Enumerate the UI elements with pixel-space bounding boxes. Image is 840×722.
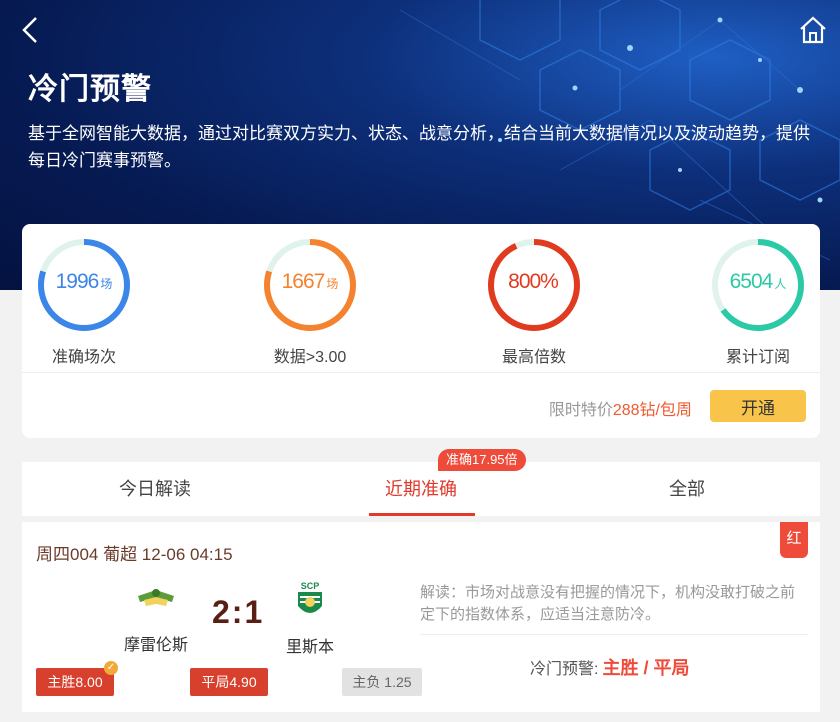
tab-today[interactable]: 今日解读 bbox=[22, 462, 288, 516]
match-analysis: 解读：市场对战意没有把握的情况下，机构没敢打破之前定下的指数体系，应适当注意防冷… bbox=[420, 584, 796, 623]
stat-value: 6504 人 bbox=[729, 270, 787, 293]
away-team-name: 里斯本 bbox=[285, 639, 334, 656]
divider bbox=[420, 634, 808, 635]
match-score: 2:1 bbox=[212, 594, 265, 630]
stat-label: 准确场次 bbox=[51, 349, 116, 366]
svg-text:SCP: SCP bbox=[301, 581, 320, 591]
match-card[interactable]: 周四004 葡超 12-06 04:15 红 摩雷伦斯 2:1 SCP 里斯本 … bbox=[22, 522, 820, 712]
team-logo-sporting: SCP bbox=[298, 581, 322, 613]
stat-value: 1996 场 bbox=[55, 270, 113, 293]
subscribe-button[interactable]: 开通 bbox=[710, 390, 806, 422]
away-team: SCP 里斯本 bbox=[270, 580, 350, 657]
home-team-name: 摩雷伦斯 bbox=[123, 637, 188, 654]
warning-value: 主胜 / 平局 bbox=[602, 658, 690, 678]
accuracy-badge: 准确17.95倍 bbox=[438, 449, 526, 471]
home-team: 摩雷伦斯 bbox=[116, 580, 196, 655]
stat-value: 1667 场 bbox=[281, 270, 339, 293]
upset-warning: 冷门预警: 主胜 / 平局 bbox=[530, 658, 690, 678]
active-tab-indicator bbox=[369, 513, 475, 516]
odds-home-win[interactable]: 主胜8.00 bbox=[36, 668, 114, 696]
stats-card: 1996 场 准确场次 1667 场 数据>3.00 800% 最高倍数 6504 人… bbox=[22, 224, 820, 438]
stat-label: 最高倍数 bbox=[501, 349, 566, 366]
match-info: 周四004 葡超 12-06 04:15 bbox=[36, 545, 233, 564]
home-button[interactable] bbox=[798, 14, 828, 46]
stat-odds-over-3: 1667 场 数据>3.00 bbox=[250, 236, 370, 367]
promo-price-text: 限时特价288钻/包周 bbox=[548, 402, 692, 419]
stat-max-multiple: 800% 最高倍数 bbox=[474, 236, 594, 367]
odds-away-win[interactable]: 主负 1.25 bbox=[342, 668, 422, 696]
tab-bar: 今日解读 近期准确 全部 bbox=[22, 462, 820, 516]
checkmark-icon: ✓ bbox=[104, 661, 118, 675]
promo-price: 288钻/包周 bbox=[612, 402, 692, 419]
back-button[interactable] bbox=[18, 14, 48, 46]
stat-label: 数据>3.00 bbox=[273, 349, 347, 366]
odds-draw[interactable]: 平局4.90 bbox=[190, 668, 268, 696]
tab-all[interactable]: 全部 bbox=[554, 462, 820, 516]
chevron-left-icon bbox=[22, 17, 37, 43]
stat-value: 800% bbox=[508, 270, 559, 293]
page-title: 冷门预警 bbox=[28, 73, 152, 106]
stat-label: 累计订阅 bbox=[725, 349, 790, 366]
result-tag: 红 bbox=[780, 522, 808, 558]
team-logo-moreirense bbox=[138, 589, 174, 606]
stat-subscribers: 6504 人 累计订阅 bbox=[698, 236, 818, 367]
page-description: 基于全网智能大数据，通过对比赛双方实力、状态、战意分析，结合当前大数据情况以及波… bbox=[28, 124, 810, 170]
home-icon bbox=[800, 16, 826, 44]
stat-accurate-matches: 1996 场 准确场次 bbox=[24, 236, 144, 367]
divider bbox=[22, 372, 820, 373]
